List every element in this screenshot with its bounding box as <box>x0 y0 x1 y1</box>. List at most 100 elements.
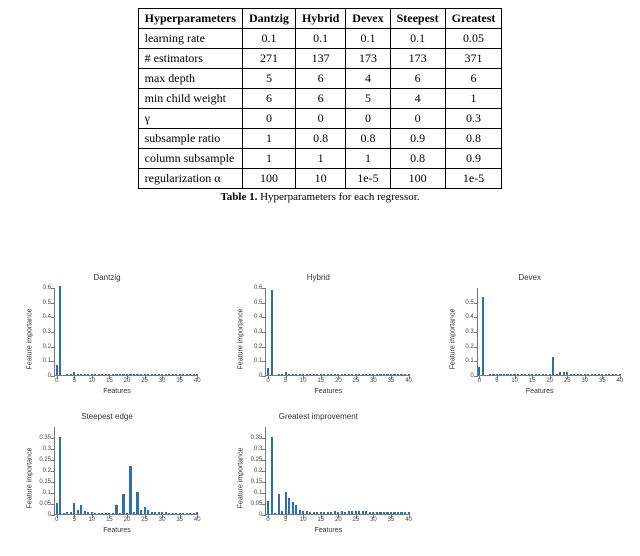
table-cell: 0 <box>346 109 390 129</box>
bar <box>147 374 149 375</box>
bar <box>101 374 103 375</box>
x-tick-label: 30 <box>159 375 166 384</box>
bar <box>598 374 600 375</box>
x-tick-label: 15 <box>106 375 113 384</box>
table-cell: 4 <box>390 89 445 109</box>
bar <box>313 374 315 375</box>
bar <box>334 511 336 514</box>
bar <box>112 374 114 375</box>
bar <box>126 513 128 514</box>
bar <box>390 512 392 514</box>
bar <box>168 513 170 514</box>
y-tick-label: 0.2 <box>43 344 55 350</box>
bar <box>323 512 325 514</box>
hyperparameters-table: Hyperparameters Dantzig Hybrid Devex Ste… <box>138 8 503 189</box>
table-cell: 0 <box>390 109 445 129</box>
bar <box>309 374 311 375</box>
chart: DantzigFeature importance00.10.20.30.40.… <box>12 273 202 394</box>
x-tick-label: 40 <box>194 514 201 523</box>
table-cell: 0.1 <box>295 29 345 49</box>
bar <box>376 374 378 375</box>
x-tick-label: 0 <box>55 514 58 523</box>
bar <box>306 511 308 514</box>
bar <box>330 512 332 514</box>
bar <box>126 374 128 375</box>
bar <box>306 374 308 375</box>
chart-title: Devex <box>435 273 625 282</box>
x-tick-label: 40 <box>405 375 412 384</box>
col-header: Hyperparameters <box>138 9 242 29</box>
x-tick-label: 0 <box>266 375 269 384</box>
x-tick-label: 5 <box>73 514 76 523</box>
y-tick-label: 0.1 <box>465 358 477 364</box>
table-row: # estimators271137173173371 <box>138 49 502 69</box>
y-tick-label: 0 <box>259 512 266 518</box>
bar <box>73 372 75 375</box>
bar <box>278 494 280 514</box>
bar <box>196 512 198 514</box>
x-tick-label: 35 <box>388 375 395 384</box>
bar <box>323 374 325 375</box>
bar <box>70 374 72 375</box>
x-tick-label: 20 <box>335 375 342 384</box>
bar <box>355 511 357 514</box>
bar <box>94 513 96 514</box>
table-cell: 137 <box>295 49 345 69</box>
bar <box>98 374 100 375</box>
bar <box>144 374 146 375</box>
bar <box>619 374 621 375</box>
bar <box>341 511 343 514</box>
bar <box>528 374 530 375</box>
bar <box>499 374 501 375</box>
bar <box>172 374 174 375</box>
bar <box>278 374 280 375</box>
y-tick-label: 0 <box>470 373 477 379</box>
caption-bold: Table 1. <box>220 191 257 203</box>
table-cell: 0 <box>295 109 345 129</box>
bar <box>115 374 117 375</box>
x-tick-label: 5 <box>284 375 287 384</box>
bar <box>115 505 117 514</box>
x-tick-label: 0 <box>478 375 481 384</box>
x-tick-label: 10 <box>89 514 96 523</box>
bar <box>172 513 174 514</box>
col-header: Hybrid <box>295 9 345 29</box>
bar <box>77 510 79 514</box>
bar <box>84 374 86 375</box>
table-cell: 1 <box>295 149 345 169</box>
y-tick-label: 0.2 <box>43 468 55 474</box>
bar <box>320 512 322 514</box>
bar <box>158 374 160 375</box>
bar <box>397 374 399 375</box>
bar <box>122 374 124 375</box>
bar <box>372 374 374 375</box>
table-cell: 5 <box>346 89 390 109</box>
plot-area: 00.050.10.150.20.250.30.3505101520253035… <box>265 427 409 515</box>
bar <box>605 374 607 375</box>
bar <box>521 374 523 375</box>
col-header: Devex <box>346 9 390 29</box>
table-cell: max depth <box>138 69 242 89</box>
y-tick-label: 0.2 <box>465 344 477 350</box>
bar <box>344 512 346 514</box>
table-cell: 0.8 <box>346 129 390 149</box>
bar <box>594 374 596 375</box>
bar <box>299 510 301 514</box>
bar <box>161 512 163 514</box>
table-cell: 0.8 <box>295 129 345 149</box>
bar <box>151 512 153 514</box>
bar <box>112 513 114 514</box>
y-tick-label: 0.6 <box>43 285 55 291</box>
bar <box>133 374 135 375</box>
y-tick-label: 0.4 <box>254 314 266 320</box>
bar <box>559 372 561 375</box>
bar <box>524 374 526 375</box>
x-tick-label: 30 <box>370 514 377 523</box>
table-row: max depth56466 <box>138 69 502 89</box>
bar <box>552 357 554 375</box>
y-tick-label: 0.6 <box>254 285 266 291</box>
x-tick-label: 0 <box>266 514 269 523</box>
bar <box>393 374 395 375</box>
y-tick-label: 0.3 <box>254 446 266 452</box>
y-axis-label: Feature importance <box>238 309 245 370</box>
